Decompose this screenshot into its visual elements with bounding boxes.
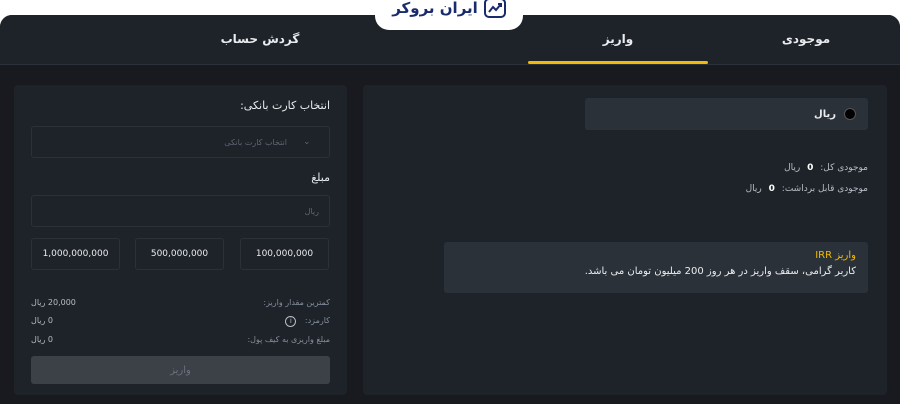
amount-label: مبلغ (311, 171, 330, 184)
amount-input[interactable]: ریال (31, 195, 330, 227)
withdrawable-balance-value: 0 (768, 184, 775, 194)
tab-balance[interactable]: موجودی (736, 15, 876, 59)
deposit-submit-button[interactable]: واریز (31, 356, 330, 384)
total-balance: موجودی کل: 0 ریال (784, 163, 868, 173)
tab-deposit[interactable]: واریز (528, 15, 708, 64)
bank-card-select[interactable]: انتخاب کارت بانکی ⌄ (31, 126, 330, 158)
logo: ایران بروکر (375, 0, 523, 30)
currency-selector[interactable]: ریال (585, 98, 868, 130)
total-balance-unit: ریال (784, 163, 801, 173)
wallet-amount-label: مبلغ واریزی به کیف پول: (247, 335, 330, 344)
tab-account-history[interactable]: گردش حساب (200, 15, 320, 59)
min-deposit-label: کمترین مقدار واریز: (263, 298, 330, 307)
balance-panel: ریال موجودی کل: 0 ریال موجودی قابل برداش… (363, 85, 887, 395)
amount-placeholder: ریال (304, 206, 319, 216)
bank-card-placeholder: انتخاب کارت بانکی (224, 137, 287, 147)
trend-chart-icon (483, 0, 506, 18)
logo-text: ایران بروکر (392, 0, 478, 17)
deposit-notice: واریز IRR کاربر گرامی، سقف واریز در هر ر… (444, 242, 868, 293)
notice-title: واریز IRR (815, 250, 856, 261)
chevron-down-icon: ⌄ (303, 137, 311, 147)
total-balance-label: موجودی کل: (820, 163, 868, 173)
fee-value: 0 ریال (31, 316, 53, 325)
active-tab-indicator (528, 61, 708, 64)
notice-text: کاربر گرامی، سقف واریز در هر روز 200 میل… (584, 266, 856, 277)
info-icon[interactable]: i (285, 316, 297, 327)
fee-label: کارمزد: (304, 316, 330, 325)
total-balance-value: 0 (807, 163, 814, 173)
tab-deposit-label: واریز (602, 32, 634, 46)
currency-label: ریال (814, 108, 836, 120)
bank-card-label: انتخاب کارت بانکی: (240, 99, 330, 112)
withdrawable-balance-unit: ریال (745, 184, 762, 194)
min-deposit-value: 20,000 ریال (31, 298, 76, 307)
withdrawable-balance-label: موجودی قابل برداشت: (781, 184, 868, 194)
app-frame: موجودی واریز گردش حساب ریال موجودی کل: 0… (0, 15, 900, 404)
fee-row: کارمزد: i (285, 316, 330, 327)
withdrawable-balance: موجودی قابل برداشت: 0 ریال (746, 184, 868, 194)
quick-amount-button[interactable]: 100,000,000 (240, 238, 329, 270)
quick-amount-button[interactable]: 1,000,000,000 (31, 238, 120, 270)
deposit-form: انتخاب کارت بانکی: انتخاب کارت بانکی ⌄ م… (14, 85, 347, 395)
coin-icon (844, 108, 856, 120)
quick-amount-button[interactable]: 500,000,000 (135, 238, 224, 270)
wallet-amount-value: 0 ریال (31, 335, 53, 344)
